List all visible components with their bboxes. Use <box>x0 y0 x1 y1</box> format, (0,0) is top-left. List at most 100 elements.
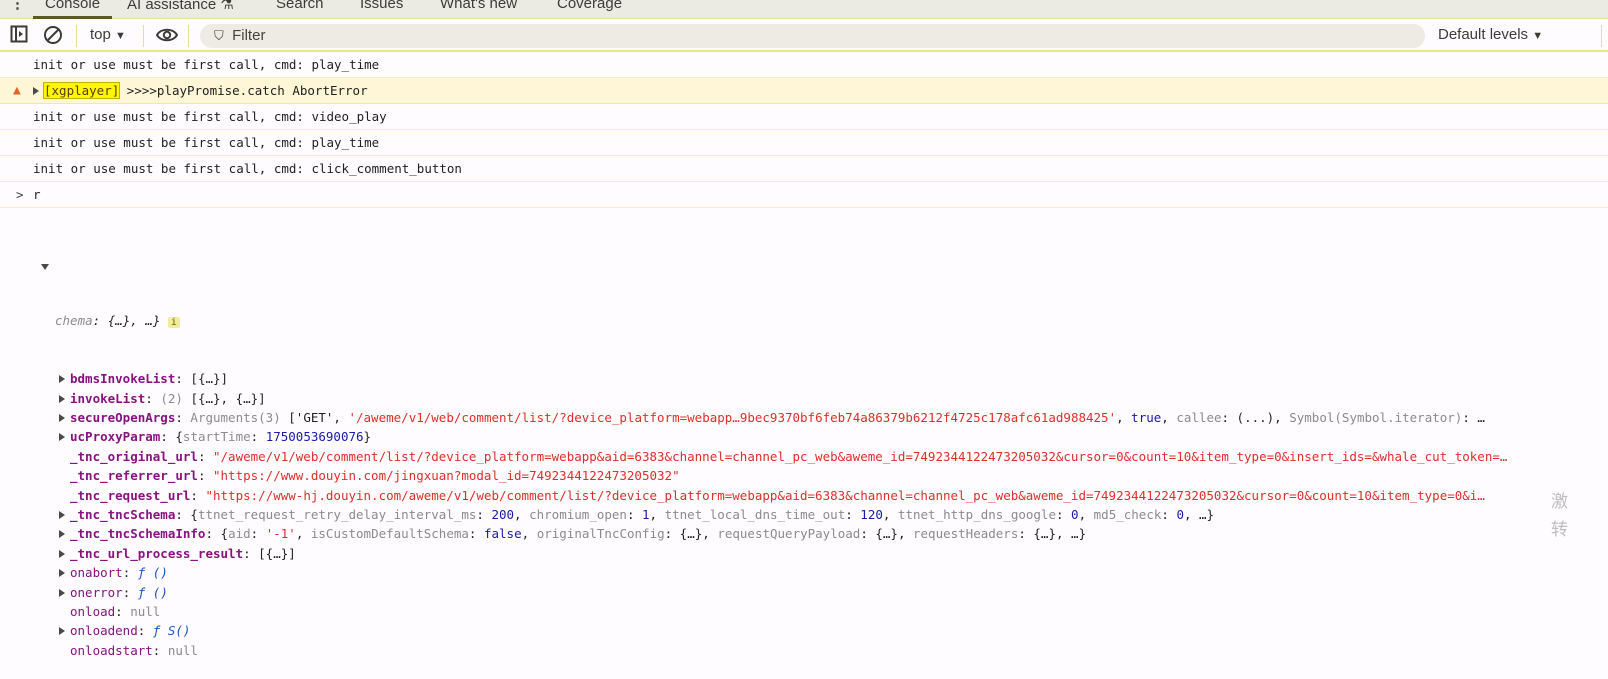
value-segment: : <box>468 526 484 542</box>
value-segment: "https://www-hj.douyin.com/aweme/v1/web/… <box>205 487 1485 503</box>
property-row[interactable]: onloadend: ƒ S() <box>0 621 1608 640</box>
object-header[interactable]: ‹· XMLHttpRequest {invokeList: Array(2),… <box>0 253 1608 272</box>
filter-placeholder: Filter <box>232 27 266 44</box>
value-segment: 200 <box>491 506 515 522</box>
property-row: _tnc_referrer_url: "https://www.douyin.c… <box>0 466 1608 485</box>
value-segment: ttnet_request_retry_delay_interval_ms <box>197 506 477 522</box>
value-segment: , <box>514 506 530 522</box>
property-key: invokeList <box>70 390 146 406</box>
property-key: _tnc_original_url <box>70 448 198 464</box>
value-segment: : {…}, …} <box>92 313 168 329</box>
colon: : <box>122 584 138 600</box>
colon: : <box>137 623 153 639</box>
more-tabs-icon[interactable]: ⋮ <box>10 0 25 12</box>
context-selector[interactable]: top ▼ <box>90 26 126 43</box>
expand-arrow-icon[interactable] <box>59 588 65 597</box>
value-segment: 0 <box>1176 506 1184 522</box>
expand-arrow-icon[interactable] <box>33 87 39 95</box>
console-log-row: init or use must be first call, cmd: cli… <box>0 156 1608 182</box>
value-segment: isCustomDefaultSchema <box>310 526 469 542</box>
property-row[interactable]: _tnc_tncSchema: {ttnet_request_retry_del… <box>0 505 1608 524</box>
value-segment: '-1' <box>265 526 296 542</box>
expand-arrow-icon[interactable] <box>59 530 65 539</box>
value-segment: , <box>521 526 537 542</box>
expand-arrow-icon[interactable] <box>59 433 65 442</box>
value-segment: : {…}, <box>664 526 718 542</box>
tab-coverage[interactable]: Coverage <box>557 0 622 12</box>
value-segment: ['GET', <box>288 410 349 425</box>
colon: : <box>190 487 206 503</box>
filter-input[interactable]: ⛉ Filter <box>200 24 1425 48</box>
tab-search[interactable]: Search <box>276 0 324 12</box>
collapse-arrow-icon[interactable] <box>41 263 49 270</box>
value-segment: [{…}] <box>190 371 229 387</box>
log-message: init or use must be first call, cmd: cli… <box>33 161 462 176</box>
property-row[interactable]: ucProxyParam: {startTime: 1750053690076} <box>0 427 1608 446</box>
property-key: _tnc_tncSchema <box>70 506 176 522</box>
expand-arrow-icon[interactable] <box>59 627 65 636</box>
value-segment: { <box>190 506 198 522</box>
value-segment: Arguments(3) <box>190 410 289 425</box>
property-row[interactable]: onerror: ƒ () <box>0 583 1608 602</box>
property-key: bdmsInvokeList <box>70 371 176 387</box>
live-expression-eye-icon[interactable] <box>155 26 179 48</box>
value-segment: false <box>483 526 522 542</box>
expand-arrow-icon[interactable] <box>59 569 65 578</box>
property-key: secureOpenArgs <box>70 410 176 425</box>
property-row[interactable]: _tnc_tncSchemaInfo: {aid: '-1', isCustom… <box>0 524 1608 543</box>
property-row: _tnc_original_url: "/aweme/v1/web/commen… <box>0 447 1608 466</box>
log-levels-label: Default levels <box>1438 26 1529 43</box>
property-key: onabort <box>70 565 123 581</box>
expand-arrow-icon[interactable] <box>59 414 65 422</box>
property-row[interactable]: invokeList: (2) [{…}, {…}] <box>0 389 1608 408</box>
activation-watermark: 激 <box>1551 492 1568 512</box>
context-label: top <box>90 26 111 43</box>
panel-tab-bar: ⋮ Console AI assistance ⚗ Search Issues … <box>0 0 1608 19</box>
value-segment: , <box>295 526 311 542</box>
expand-arrow-icon[interactable] <box>59 394 65 403</box>
colon: : <box>197 468 213 484</box>
property-row[interactable]: bdmsInvokeList: [{…}] <box>0 369 1608 388</box>
property-list: bdmsInvokeList: [{…}] invokeList: (2) [{…… <box>0 369 1608 660</box>
property-key: onloadstart <box>70 642 153 658</box>
value-segment: 1750053690076 <box>265 429 364 445</box>
property-key: onload <box>70 603 116 619</box>
value-segment: 0 <box>1071 506 1079 522</box>
input-command: r <box>33 187 41 202</box>
property-row[interactable]: onabort: ƒ () <box>0 563 1608 582</box>
colon: : <box>243 545 259 561</box>
colon: : <box>197 448 213 464</box>
sidebar-toggle-icon[interactable] <box>10 25 28 47</box>
input-prompt-icon: > <box>16 187 24 202</box>
console-log-row: init or use must be first call, cmd: pla… <box>0 52 1608 78</box>
value-segment: md5_check <box>1093 506 1162 522</box>
expand-arrow-icon[interactable] <box>59 375 65 384</box>
chevron-down-icon: ▼ <box>1532 30 1544 42</box>
property-key: onerror <box>70 584 123 600</box>
colon: : <box>175 371 191 387</box>
divider <box>1601 25 1602 47</box>
divider <box>76 25 77 47</box>
value-segment: : <box>626 506 643 522</box>
value-segment: { <box>175 429 183 445</box>
expand-arrow-icon[interactable] <box>59 549 65 558</box>
tab-ai-assistance[interactable]: AI assistance ⚗ <box>127 0 234 13</box>
value-segment: Symbol(Symbol.iterator) <box>1289 410 1463 425</box>
property-row[interactable]: secureOpenArgs: Arguments(3) ['GET', '/a… <box>0 408 1608 427</box>
value-segment: : {…}, <box>860 526 913 542</box>
value-segment: [{…}, {…}] <box>190 390 266 406</box>
colon: : <box>152 642 168 658</box>
value-segment: : {…}, …} <box>1018 526 1087 542</box>
value-segment: : <box>250 526 266 542</box>
expand-arrow-icon[interactable] <box>59 510 65 519</box>
tab-console[interactable]: Console <box>33 0 113 19</box>
colon: : <box>122 565 138 581</box>
property-row[interactable]: _tnc_url_process_result: [{…}] <box>0 544 1608 563</box>
info-badge[interactable]: i <box>167 317 180 329</box>
value-segment: '/aweme/v1/web/comment/list/?device_plat… <box>348 410 1117 425</box>
log-levels-dropdown[interactable]: Default levels ▼ <box>1438 26 1543 43</box>
clear-console-icon[interactable] <box>43 25 63 49</box>
tab-issues[interactable]: Issues <box>360 0 403 12</box>
property-key: ucProxyParam <box>70 429 161 445</box>
tab-whats-new[interactable]: What's new <box>440 0 517 12</box>
